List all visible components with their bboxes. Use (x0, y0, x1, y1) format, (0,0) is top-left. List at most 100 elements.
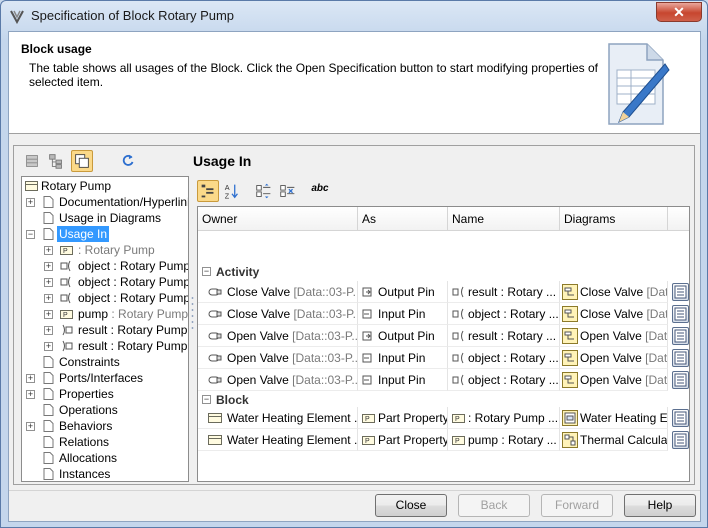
column-header-name[interactable]: Name (448, 207, 560, 231)
owner-cell: Close Valve [Data::03-P... (198, 303, 358, 325)
name-cell: P : Rotary Pump ... (448, 407, 560, 429)
specification-icon (674, 351, 687, 365)
open-specification-button[interactable] (672, 409, 689, 427)
svg-text:P: P (365, 438, 370, 445)
list-view-icon (26, 155, 38, 167)
parametric-diagram-icon (562, 432, 578, 448)
window-close-button[interactable]: ✕ (656, 2, 702, 22)
open-specification-button[interactable] (672, 371, 689, 389)
owner-cell: Water Heating Element ... (198, 407, 358, 429)
tree-view-button[interactable] (45, 150, 67, 172)
as-cell: Input Pin (358, 347, 448, 369)
collapse-icon[interactable]: − (202, 395, 211, 404)
tree-item-label: : Rotary Pump (78, 243, 155, 257)
table-row[interactable]: Close Valve [Data::03-P... Output Pin re… (198, 281, 689, 303)
collapse-all-button[interactable] (277, 180, 299, 202)
tree-item-label: Properties (59, 387, 114, 401)
table-row[interactable]: Open Valve [Data::03-P... Input Pin obje… (198, 347, 689, 369)
open-specification-button[interactable] (672, 305, 689, 323)
usage-table[interactable]: Owner As Name Diagrams − Activity Close … (197, 206, 690, 482)
title-bar[interactable]: Specification of Block Rotary Pump ✕ (1, 1, 707, 31)
activity-icon (208, 310, 222, 318)
column-header-diagrams[interactable]: Diagrams (560, 207, 668, 231)
page-icon (43, 212, 54, 224)
forward-button[interactable]: Forward (541, 494, 613, 517)
expand-icon[interactable]: + (44, 342, 53, 351)
name-text: object : Rotary ... (468, 373, 559, 387)
collapse-icon[interactable]: − (202, 267, 211, 276)
output-pin-icon (362, 287, 372, 297)
activity-icon (208, 288, 222, 296)
page-icon (43, 388, 54, 400)
block-diagram-icon (562, 410, 578, 426)
page-icon (43, 468, 54, 480)
expand-icon[interactable]: + (44, 310, 53, 319)
open-specification-button[interactable] (672, 327, 689, 345)
expand-icon[interactable]: + (26, 198, 35, 207)
pin-icon (60, 260, 71, 272)
sort-az-icon: AZ (225, 183, 238, 200)
splitter-handle[interactable] (191, 294, 194, 334)
open-specification-button[interactable] (672, 349, 689, 367)
group-by-button[interactable] (197, 180, 219, 202)
column-header-filler (668, 207, 689, 231)
table-row[interactable]: Water Heating Element ... P Part Propert… (198, 429, 689, 451)
as-text: Part Property (378, 411, 448, 425)
expand-icon[interactable]: + (44, 262, 53, 271)
collapse-icon[interactable]: − (26, 230, 35, 239)
expand-icon[interactable]: + (26, 390, 35, 399)
pin-icon (452, 352, 464, 364)
open-specification-button[interactable] (672, 431, 689, 449)
list-view-button[interactable] (21, 150, 43, 172)
group-row-activity[interactable]: − Activity (198, 263, 668, 281)
expand-icon[interactable]: + (44, 294, 53, 303)
part-property-icon: P (60, 310, 73, 319)
refresh-button[interactable] (117, 150, 139, 172)
tree-item-label: result : Rotary Pump (78, 339, 188, 353)
open-specification-button[interactable] (672, 283, 689, 301)
expand-icon[interactable]: + (26, 422, 35, 431)
owner-cell: Open Valve [Data::03-P... (198, 347, 358, 369)
owner-cell: Close Valve [Data::03-P... (198, 281, 358, 303)
column-header-as[interactable]: As (358, 207, 448, 231)
expand-icon[interactable]: + (44, 326, 53, 335)
expand-all-button[interactable] (253, 180, 275, 202)
pin-icon (452, 286, 464, 298)
table-row[interactable]: Water Heating Element ... P Part Propert… (198, 407, 689, 429)
input-pin-icon (362, 353, 372, 363)
table-row[interactable]: Open Valve [Data::03-P... Output Pin res… (198, 325, 689, 347)
tree-item-label: Relations (59, 435, 110, 449)
back-button[interactable]: Back (458, 494, 530, 517)
expand-icon[interactable]: + (44, 246, 53, 255)
pin-icon (60, 292, 71, 304)
column-header-owner[interactable]: Owner (198, 207, 358, 231)
header-description: The table shows all usages of the Block.… (29, 61, 598, 89)
svg-text:Z: Z (225, 191, 230, 200)
owner-text: Water Heating Element ... (227, 433, 358, 447)
as-text: Output Pin (378, 285, 435, 299)
close-button[interactable]: Close (375, 494, 447, 517)
sort-button[interactable]: AZ (221, 180, 243, 202)
expand-icon[interactable]: + (26, 374, 35, 383)
table-row[interactable]: Open Valve [Data::03-P... Input Pin obje… (198, 369, 689, 391)
pin-icon (452, 308, 464, 320)
specification-icon (674, 329, 687, 343)
part-property-icon: P (362, 436, 375, 445)
owner-text: Water Heating Element ... (227, 411, 358, 425)
show-usage-button[interactable] (71, 150, 93, 172)
spell-check-button[interactable]: abc (309, 180, 331, 202)
diagram-text: Open Valve [Data: (580, 329, 668, 343)
as-cell: P Part Property (358, 407, 448, 429)
owner-text: Close Valve [Data::03-P... (227, 285, 358, 299)
table-row[interactable]: Close Valve [Data::03-P... Input Pin obj… (198, 303, 689, 325)
as-text: Output Pin (378, 329, 435, 343)
as-text: Input Pin (378, 351, 426, 365)
header-panel: Block usage The table shows all usages o… (9, 32, 700, 134)
help-button[interactable]: Help (624, 494, 696, 517)
page-icon (43, 356, 54, 368)
expand-icon[interactable]: + (44, 278, 53, 287)
diagram-text: Close Valve [Data: (580, 307, 667, 321)
activity-diagram-icon (562, 372, 578, 388)
navigation-tree[interactable]: Rotary Pump + Documentation/Hyperlinks U… (21, 176, 189, 482)
diagram-cell: Open Valve [Data: (560, 369, 668, 391)
